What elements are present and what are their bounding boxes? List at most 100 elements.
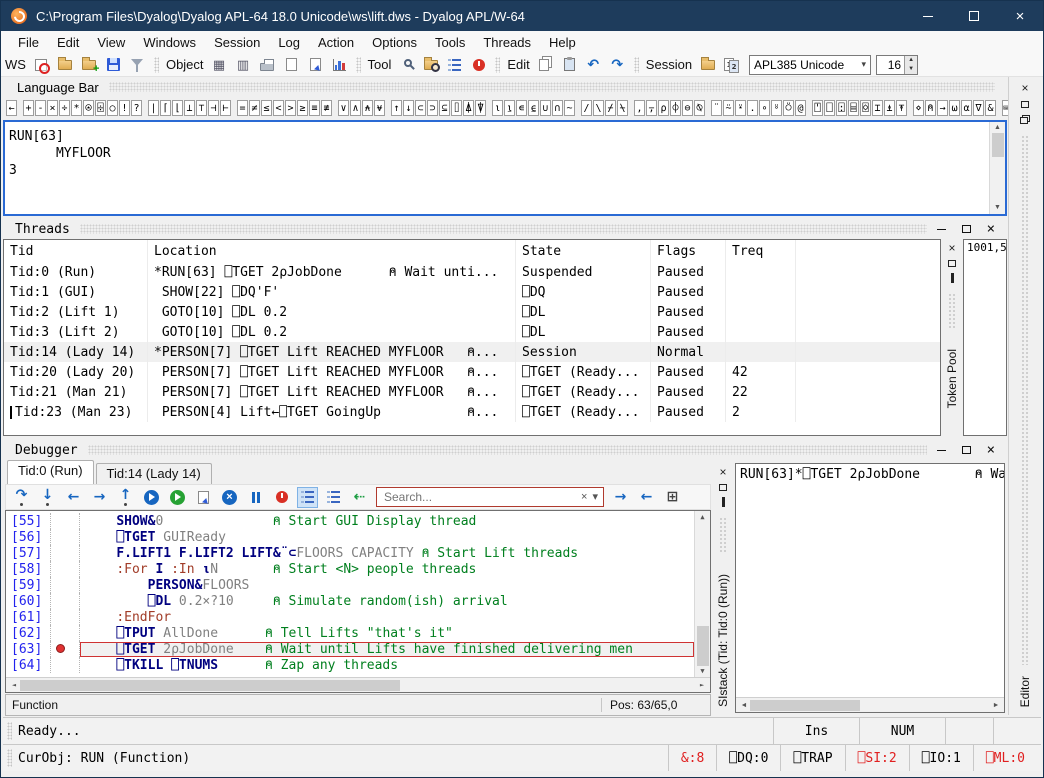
code-line[interactable]: [56] ⎕TGET GUIReady — [6, 529, 694, 545]
menu-tools[interactable]: Tools — [426, 33, 474, 52]
apl-symbol-button[interactable]: ⌽ — [670, 100, 681, 116]
scroll-down-icon[interactable]: ▼ — [700, 666, 704, 676]
export-ws-icon[interactable] — [128, 55, 147, 74]
panel-close-icon[interactable]: × — [987, 222, 995, 236]
apl-symbol-button[interactable]: ⍠ — [836, 100, 847, 116]
status-field[interactable]: ⎕IO:1 — [909, 745, 973, 771]
scroll-thumb[interactable] — [750, 700, 860, 711]
stop-column[interactable] — [50, 545, 80, 561]
apl-symbol-button[interactable]: ~ — [564, 100, 575, 116]
apl-symbol-button[interactable]: ⍴ — [658, 100, 669, 116]
code-text[interactable]: :EndFor — [80, 610, 694, 625]
code-text[interactable]: F.LIFT1 F.LIFT2 LIFT&¨⊂FLOORS CAPACITY ⍝… — [80, 546, 694, 561]
font-size-stepper[interactable]: 16 ▲ ▼ — [876, 55, 918, 75]
status-field[interactable]: ⎕SI:2 — [845, 745, 909, 771]
apl-symbol-button[interactable]: ⌸ — [848, 100, 859, 116]
apl-symbol-button[interactable]: ∩ — [552, 100, 563, 116]
drag-texture[interactable] — [109, 82, 995, 92]
apl-symbol-button[interactable]: ↓ — [403, 100, 414, 116]
clear-ws-icon[interactable] — [32, 55, 51, 74]
apl-symbol-button[interactable]: ≡ — [309, 100, 320, 116]
chart-wizard-icon[interactable] — [330, 55, 349, 74]
apl-symbol-button[interactable]: ⍒ — [475, 100, 486, 116]
apl-symbol-button[interactable]: ⍺ — [961, 100, 972, 116]
drag-grip[interactable] — [7, 722, 12, 740]
step-into-icon[interactable]: ↓ — [38, 488, 57, 507]
menu-session[interactable]: Session — [205, 33, 269, 52]
stop-column[interactable] — [50, 625, 80, 641]
scroll-right-icon[interactable]: ► — [696, 681, 708, 689]
apl-symbol-button[interactable]: ⌊ — [172, 100, 183, 116]
print-icon[interactable] — [258, 55, 277, 74]
stop-column[interactable] — [50, 561, 80, 577]
apl-symbol-button[interactable]: ⊆ — [439, 100, 450, 116]
apl-symbol-button[interactable]: ≥ — [297, 100, 308, 116]
menu-threads[interactable]: Threads — [474, 33, 540, 52]
code-line[interactable]: [55] SHOW&0 ⍝ Start GUI Display thread — [6, 513, 694, 529]
status-field[interactable]: ⎕DQ:0 — [716, 745, 780, 771]
code-line[interactable]: [64] ⎕TKILL ⎕TNUMS ⍝ Zap any threads — [6, 657, 694, 673]
continue-icon[interactable] — [142, 488, 161, 507]
apl-symbol-button[interactable]: ÷ — [59, 100, 70, 116]
threads-interrupt-icon[interactable] — [272, 488, 291, 507]
code-text[interactable]: ⎕TKILL ⎕TNUMS ⍝ Zap any threads — [80, 658, 694, 673]
drag-texture[interactable] — [80, 224, 927, 234]
menu-action[interactable]: Action — [309, 33, 363, 52]
apl-symbol-button[interactable]: = — [237, 100, 248, 116]
apl-symbol-button[interactable]: ⎕ — [824, 100, 835, 116]
thread-row[interactable]: Tid:21 (Man 21) PERSON[7] ⎕TGET Lift REA… — [4, 382, 940, 402]
apl-symbol-button[interactable]: ⍱ — [374, 100, 385, 116]
paste-icon[interactable] — [560, 55, 579, 74]
search-prev-icon[interactable]: ← — [637, 488, 656, 507]
panel-minimize-icon[interactable] — [937, 229, 946, 230]
menu-edit[interactable]: Edit — [48, 33, 88, 52]
menu-log[interactable]: Log — [269, 33, 309, 52]
thread-row[interactable]: Tid:23 (Man 23) PERSON[4] Lift←⎕TGET Goi… — [4, 402, 940, 422]
apl-symbol-button[interactable]: ⍳ — [492, 100, 503, 116]
back-icon[interactable]: ← — [64, 488, 83, 507]
code-line[interactable]: [62] ⎕TPUT AllDone ⍝ Tell Lifts "that's … — [6, 625, 694, 641]
apl-symbol-button[interactable]: ⍞ — [812, 100, 823, 116]
apl-symbol-button[interactable]: ↑ — [391, 100, 402, 116]
apl-symbol-button[interactable]: ⌷ — [451, 100, 462, 116]
apl-symbol-button[interactable]: . — [747, 100, 758, 116]
stop-column[interactable] — [50, 529, 80, 545]
thread-row[interactable]: Tid:14 (Lady 14)*PERSON[7] ⎕TGET Lift RE… — [4, 342, 940, 362]
thread-row[interactable]: Tid:20 (Lady 20) PERSON[7] ⎕TGET Lift RE… — [4, 362, 940, 382]
apl-symbol-button[interactable]: ∧ — [350, 100, 361, 116]
panel-maximize-icon[interactable] — [962, 225, 971, 233]
search-dropdown-icon[interactable]: ▾ — [592, 492, 598, 503]
forward-icon[interactable]: → — [90, 488, 109, 507]
apl-symbol-button[interactable]: ∇ — [973, 100, 984, 116]
menu-windows[interactable]: Windows — [134, 33, 205, 52]
stop-column[interactable] — [50, 593, 80, 609]
code-line[interactable]: [63] ⎕TGET 2⍴JobDone ⍝ Wait until Lifts … — [6, 641, 694, 657]
code-line[interactable]: [58] :For I :In ⍳N ⍝ Start <N> people th… — [6, 561, 694, 577]
apl-symbol-button[interactable]: ! — [119, 100, 130, 116]
column-header-flags[interactable]: Flags — [651, 240, 726, 262]
apl-symbol-button[interactable]: ∨ — [338, 100, 349, 116]
apl-symbol-button[interactable]: ⍸ — [504, 100, 515, 116]
scroll-down-icon[interactable]: ▼ — [994, 203, 1001, 213]
code-text[interactable]: ⎕DL 0.2×?10 ⍝ Simulate random(ish) arriv… — [80, 594, 694, 609]
search-box[interactable]: × ▾ — [376, 487, 604, 507]
status-field[interactable]: ⎕TRAP — [780, 745, 844, 771]
thread-row[interactable]: Tid:1 (GUI) SHOW[22] ⎕DQ'F'⎕DQPaused — [4, 282, 940, 302]
code-text[interactable]: ⎕TPUT AllDone ⍝ Tell Lifts "that's it" — [80, 626, 694, 641]
interrupt-icon[interactable] — [220, 488, 239, 507]
apl-symbol-button[interactable]: ○ — [107, 100, 118, 116]
search-clear-icon[interactable]: × — [581, 492, 587, 503]
code-text[interactable]: SHOW&0 ⍝ Start GUI Display thread — [80, 514, 694, 529]
code-line[interactable]: [61] :EndFor — [6, 609, 694, 625]
menu-help[interactable]: Help — [540, 33, 585, 52]
code-hscrollbar[interactable]: ◄ ► — [6, 677, 710, 692]
drag-texture[interactable] — [719, 517, 727, 553]
apl-symbol-button[interactable]: ? — [131, 100, 142, 116]
continue-trace-icon[interactable]: ↷ — [12, 488, 31, 507]
apl-symbol-button[interactable]: ⍤ — [771, 100, 782, 116]
stop-column[interactable] — [50, 609, 80, 625]
apl-symbol-button[interactable]: ⊢ — [220, 100, 231, 116]
stop-column[interactable] — [50, 641, 80, 657]
column-header-location[interactable]: Location — [148, 240, 516, 262]
menu-file[interactable]: File — [9, 33, 48, 52]
